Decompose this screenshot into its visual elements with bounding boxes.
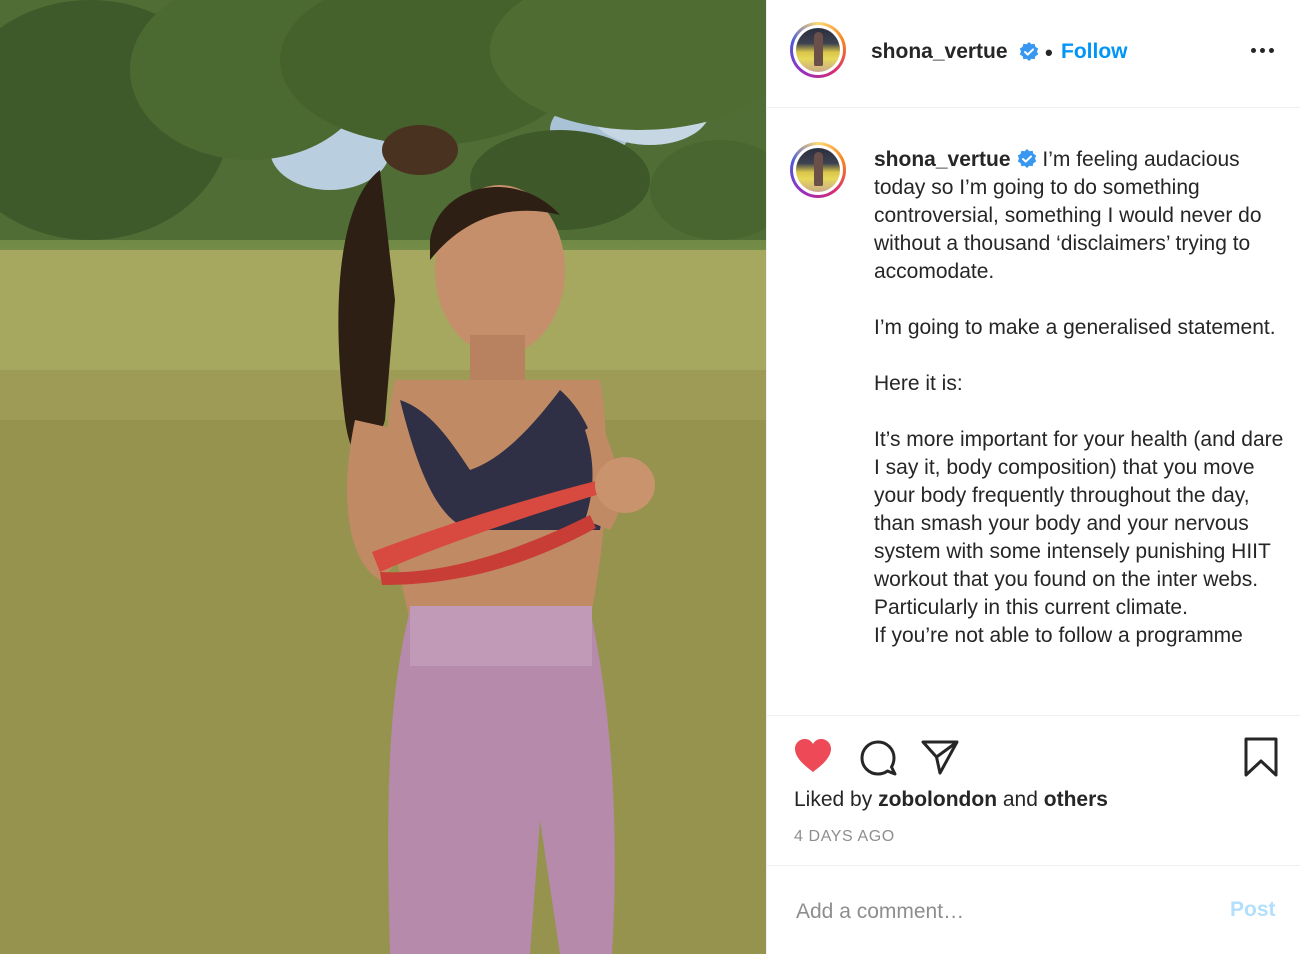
avatar[interactable] (790, 22, 846, 78)
verified-badge-icon (1019, 42, 1039, 61)
caption-avatar[interactable] (790, 142, 846, 198)
caption-username[interactable]: shona_vertue (874, 148, 1011, 171)
post-comment-button[interactable]: Post (1230, 898, 1276, 922)
paper-plane-icon[interactable] (920, 738, 960, 776)
post-header: shona_vertue • Follow (767, 0, 1300, 108)
instagram-post: shona_vertue • Follow shona_vertue I’m f… (0, 0, 1300, 954)
avatar-image (796, 28, 840, 72)
post-side-panel: shona_vertue • Follow shona_vertue I’m f… (766, 0, 1300, 954)
comment-input[interactable] (794, 883, 1218, 941)
post-photo[interactable] (0, 0, 766, 954)
avatar-image (796, 148, 840, 192)
liked-by-user-link[interactable]: zobolondon (878, 788, 997, 811)
verified-badge-icon (1017, 149, 1036, 168)
comment-bubble-icon[interactable] (858, 738, 898, 778)
likes-summary: Liked by zobolondon and others (794, 788, 1108, 812)
photo-illustration (0, 0, 766, 954)
likes-middle: and (997, 788, 1044, 811)
more-options-icon[interactable] (1251, 40, 1277, 60)
caption-body: I’m feeling audacious today so I’m going… (874, 148, 1284, 647)
post-actions: Liked by zobolondon and others 4 DAYS AG… (767, 716, 1300, 866)
bookmark-icon[interactable] (1243, 736, 1279, 778)
caption-scroll-area[interactable]: shona_vertue I’m feeling audacious today… (767, 108, 1300, 716)
likes-others-link[interactable]: others (1044, 788, 1108, 811)
follow-button[interactable]: Follow (1061, 40, 1128, 64)
header-separator: • (1045, 40, 1053, 65)
caption-text-block: shona_vertue I’m feeling audacious today… (874, 146, 1284, 650)
post-timestamp[interactable]: 4 DAYS AGO (794, 828, 895, 846)
header-username[interactable]: shona_vertue (871, 40, 1008, 64)
heart-icon[interactable] (793, 738, 833, 774)
likes-prefix: Liked by (794, 788, 879, 811)
